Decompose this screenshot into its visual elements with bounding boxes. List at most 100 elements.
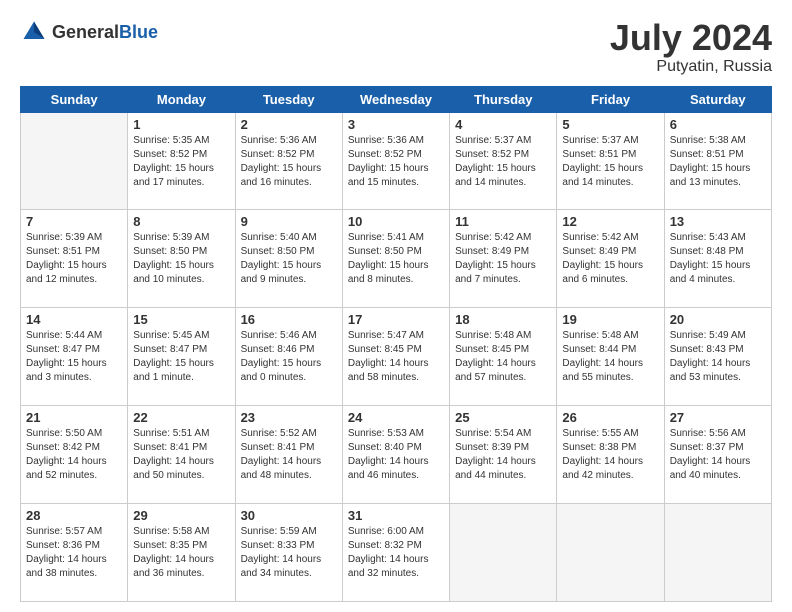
day-info: Sunrise: 5:35 AMSunset: 8:52 PMDaylight:… bbox=[133, 135, 214, 188]
day-number: 9 bbox=[241, 214, 337, 229]
day-number: 10 bbox=[348, 214, 444, 229]
day-number: 1 bbox=[133, 117, 229, 132]
day-info: Sunrise: 5:59 AMSunset: 8:33 PMDaylight:… bbox=[241, 526, 322, 579]
day-number: 20 bbox=[670, 312, 766, 327]
week-row: 7 Sunrise: 5:39 AMSunset: 8:51 PMDayligh… bbox=[21, 210, 772, 308]
day-number: 5 bbox=[562, 117, 658, 132]
day-number: 27 bbox=[670, 410, 766, 425]
calendar-cell: 11 Sunrise: 5:42 AMSunset: 8:49 PMDaylig… bbox=[450, 210, 557, 308]
calendar-cell: 19 Sunrise: 5:48 AMSunset: 8:44 PMDaylig… bbox=[557, 308, 664, 406]
day-number: 7 bbox=[26, 214, 122, 229]
calendar-cell bbox=[557, 504, 664, 602]
calendar-cell bbox=[664, 504, 771, 602]
calendar-cell: 14 Sunrise: 5:44 AMSunset: 8:47 PMDaylig… bbox=[21, 308, 128, 406]
calendar-cell: 21 Sunrise: 5:50 AMSunset: 8:42 PMDaylig… bbox=[21, 406, 128, 504]
day-number: 13 bbox=[670, 214, 766, 229]
day-info: Sunrise: 5:54 AMSunset: 8:39 PMDaylight:… bbox=[455, 428, 536, 481]
day-info: Sunrise: 5:48 AMSunset: 8:44 PMDaylight:… bbox=[562, 330, 643, 383]
calendar-cell: 7 Sunrise: 5:39 AMSunset: 8:51 PMDayligh… bbox=[21, 210, 128, 308]
day-info: Sunrise: 5:56 AMSunset: 8:37 PMDaylight:… bbox=[670, 428, 751, 481]
calendar-table: SundayMondayTuesdayWednesdayThursdayFrid… bbox=[20, 86, 772, 602]
calendar-cell: 5 Sunrise: 5:37 AMSunset: 8:51 PMDayligh… bbox=[557, 112, 664, 210]
day-info: Sunrise: 5:42 AMSunset: 8:49 PMDaylight:… bbox=[562, 232, 643, 285]
day-number: 28 bbox=[26, 508, 122, 523]
day-info: Sunrise: 5:58 AMSunset: 8:35 PMDaylight:… bbox=[133, 526, 214, 579]
day-number: 22 bbox=[133, 410, 229, 425]
calendar-cell: 1 Sunrise: 5:35 AMSunset: 8:52 PMDayligh… bbox=[128, 112, 235, 210]
calendar-cell: 6 Sunrise: 5:38 AMSunset: 8:51 PMDayligh… bbox=[664, 112, 771, 210]
day-number: 18 bbox=[455, 312, 551, 327]
calendar-cell: 18 Sunrise: 5:48 AMSunset: 8:45 PMDaylig… bbox=[450, 308, 557, 406]
day-info: Sunrise: 5:36 AMSunset: 8:52 PMDaylight:… bbox=[241, 135, 322, 188]
day-info: Sunrise: 5:39 AMSunset: 8:50 PMDaylight:… bbox=[133, 232, 214, 285]
day-info: Sunrise: 5:37 AMSunset: 8:51 PMDaylight:… bbox=[562, 135, 643, 188]
day-number: 11 bbox=[455, 214, 551, 229]
day-info: Sunrise: 5:36 AMSunset: 8:52 PMDaylight:… bbox=[348, 135, 429, 188]
calendar-cell: 15 Sunrise: 5:45 AMSunset: 8:47 PMDaylig… bbox=[128, 308, 235, 406]
calendar-cell: 28 Sunrise: 5:57 AMSunset: 8:36 PMDaylig… bbox=[21, 504, 128, 602]
calendar-cell: 3 Sunrise: 5:36 AMSunset: 8:52 PMDayligh… bbox=[342, 112, 449, 210]
day-info: Sunrise: 5:41 AMSunset: 8:50 PMDaylight:… bbox=[348, 232, 429, 285]
day-info: Sunrise: 6:00 AMSunset: 8:32 PMDaylight:… bbox=[348, 526, 429, 579]
calendar-cell: 2 Sunrise: 5:36 AMSunset: 8:52 PMDayligh… bbox=[235, 112, 342, 210]
day-info: Sunrise: 5:55 AMSunset: 8:38 PMDaylight:… bbox=[562, 428, 643, 481]
day-info: Sunrise: 5:48 AMSunset: 8:45 PMDaylight:… bbox=[455, 330, 536, 383]
day-number: 24 bbox=[348, 410, 444, 425]
logo-blue: Blue bbox=[119, 22, 158, 42]
day-number: 15 bbox=[133, 312, 229, 327]
day-number: 25 bbox=[455, 410, 551, 425]
day-info: Sunrise: 5:49 AMSunset: 8:43 PMDaylight:… bbox=[670, 330, 751, 383]
week-row: 1 Sunrise: 5:35 AMSunset: 8:52 PMDayligh… bbox=[21, 112, 772, 210]
day-number: 17 bbox=[348, 312, 444, 327]
day-info: Sunrise: 5:44 AMSunset: 8:47 PMDaylight:… bbox=[26, 330, 107, 383]
calendar-cell: 26 Sunrise: 5:55 AMSunset: 8:38 PMDaylig… bbox=[557, 406, 664, 504]
day-number: 29 bbox=[133, 508, 229, 523]
page: GeneralBlue July 2024 Putyatin, Russia S… bbox=[0, 0, 792, 612]
header: GeneralBlue July 2024 Putyatin, Russia bbox=[20, 18, 772, 76]
calendar-cell: 20 Sunrise: 5:49 AMSunset: 8:43 PMDaylig… bbox=[664, 308, 771, 406]
location: Putyatin, Russia bbox=[610, 58, 772, 76]
calendar-cell bbox=[450, 504, 557, 602]
calendar-cell: 31 Sunrise: 6:00 AMSunset: 8:32 PMDaylig… bbox=[342, 504, 449, 602]
day-number: 12 bbox=[562, 214, 658, 229]
day-number: 16 bbox=[241, 312, 337, 327]
day-number: 6 bbox=[670, 117, 766, 132]
calendar-cell: 22 Sunrise: 5:51 AMSunset: 8:41 PMDaylig… bbox=[128, 406, 235, 504]
calendar-cell: 29 Sunrise: 5:58 AMSunset: 8:35 PMDaylig… bbox=[128, 504, 235, 602]
weekday-header-row: SundayMondayTuesdayWednesdayThursdayFrid… bbox=[21, 86, 772, 112]
day-info: Sunrise: 5:52 AMSunset: 8:41 PMDaylight:… bbox=[241, 428, 322, 481]
day-number: 8 bbox=[133, 214, 229, 229]
calendar-cell: 17 Sunrise: 5:47 AMSunset: 8:45 PMDaylig… bbox=[342, 308, 449, 406]
day-number: 23 bbox=[241, 410, 337, 425]
weekday-header: Saturday bbox=[664, 86, 771, 112]
calendar-cell: 12 Sunrise: 5:42 AMSunset: 8:49 PMDaylig… bbox=[557, 210, 664, 308]
day-number: 21 bbox=[26, 410, 122, 425]
weekday-header: Friday bbox=[557, 86, 664, 112]
day-info: Sunrise: 5:50 AMSunset: 8:42 PMDaylight:… bbox=[26, 428, 107, 481]
day-info: Sunrise: 5:45 AMSunset: 8:47 PMDaylight:… bbox=[133, 330, 214, 383]
logo: GeneralBlue bbox=[20, 18, 158, 46]
calendar-cell bbox=[21, 112, 128, 210]
day-info: Sunrise: 5:57 AMSunset: 8:36 PMDaylight:… bbox=[26, 526, 107, 579]
day-info: Sunrise: 5:42 AMSunset: 8:49 PMDaylight:… bbox=[455, 232, 536, 285]
day-info: Sunrise: 5:53 AMSunset: 8:40 PMDaylight:… bbox=[348, 428, 429, 481]
weekday-header: Tuesday bbox=[235, 86, 342, 112]
month-year: July 2024 bbox=[610, 18, 772, 58]
weekday-header: Sunday bbox=[21, 86, 128, 112]
day-info: Sunrise: 5:43 AMSunset: 8:48 PMDaylight:… bbox=[670, 232, 751, 285]
calendar-cell: 24 Sunrise: 5:53 AMSunset: 8:40 PMDaylig… bbox=[342, 406, 449, 504]
calendar-cell: 9 Sunrise: 5:40 AMSunset: 8:50 PMDayligh… bbox=[235, 210, 342, 308]
day-number: 31 bbox=[348, 508, 444, 523]
logo-general: General bbox=[52, 22, 119, 42]
day-info: Sunrise: 5:51 AMSunset: 8:41 PMDaylight:… bbox=[133, 428, 214, 481]
calendar-cell: 23 Sunrise: 5:52 AMSunset: 8:41 PMDaylig… bbox=[235, 406, 342, 504]
day-number: 3 bbox=[348, 117, 444, 132]
calendar-cell: 30 Sunrise: 5:59 AMSunset: 8:33 PMDaylig… bbox=[235, 504, 342, 602]
logo-icon bbox=[20, 18, 48, 46]
day-info: Sunrise: 5:39 AMSunset: 8:51 PMDaylight:… bbox=[26, 232, 107, 285]
calendar-cell: 13 Sunrise: 5:43 AMSunset: 8:48 PMDaylig… bbox=[664, 210, 771, 308]
day-info: Sunrise: 5:40 AMSunset: 8:50 PMDaylight:… bbox=[241, 232, 322, 285]
calendar-cell: 27 Sunrise: 5:56 AMSunset: 8:37 PMDaylig… bbox=[664, 406, 771, 504]
week-row: 14 Sunrise: 5:44 AMSunset: 8:47 PMDaylig… bbox=[21, 308, 772, 406]
day-info: Sunrise: 5:47 AMSunset: 8:45 PMDaylight:… bbox=[348, 330, 429, 383]
